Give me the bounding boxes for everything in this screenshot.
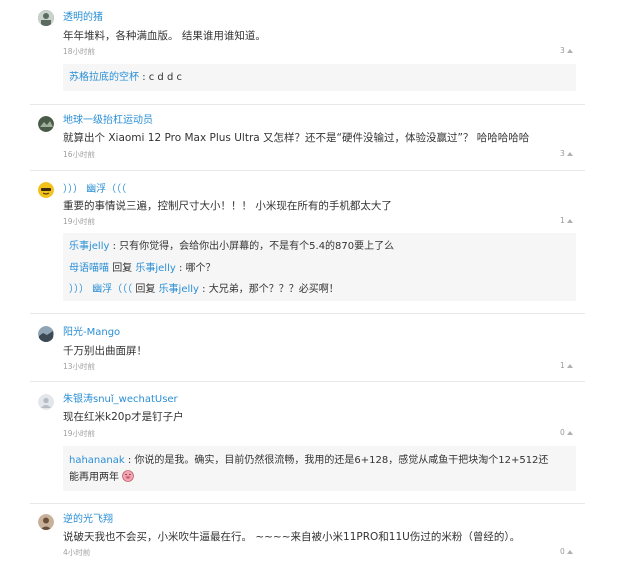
reply-text: 你说的是我。确实，目前仍然很流畅，我用的还是6+128，感觉从咸鱼干把块淘个12… [134, 455, 549, 466]
comment-time: 16小时前 [63, 150, 96, 159]
avatar[interactable] [38, 182, 54, 198]
like-count: 0 [560, 547, 565, 556]
like-button[interactable]: 0 [560, 428, 573, 438]
comment-username[interactable]: 逆的光飞翔 [63, 513, 113, 526]
reply-target-username[interactable]: 乐事jelly [159, 284, 199, 295]
like-count: 1 [560, 361, 565, 370]
comment-username[interactable]: 朱银涛snuǐ_wechatUser [63, 393, 178, 406]
reply-username[interactable]: 苏格拉底的空杯 [69, 72, 139, 83]
reply-separator: : [142, 72, 146, 83]
comment-text: 年年堆料，各种满血版。 结果谁用谁知道。 [63, 30, 266, 42]
reply-username[interactable]: hahananak [69, 455, 125, 466]
thumb-up-icon [566, 219, 573, 223]
reply-label: 回复 [112, 263, 133, 274]
reply-item: 苏格拉底的空杯 : c d d c [69, 71, 182, 84]
comment-text: 就算出个 Xiaomi 12 Pro Max Plus Ultra 又怎样？还不… [63, 132, 530, 144]
thumb-up-icon [566, 364, 573, 368]
comment-username[interactable]: 地球一级抬杠运动员 [63, 114, 153, 127]
reply-target-username[interactable]: 乐事jelly [135, 263, 175, 274]
like-count: 0 [560, 428, 565, 437]
comment-text: 重要的事情说三遍，控制尺寸大小！！！ 小米现在所有的手机都太大了 [63, 200, 392, 212]
like-count: 3 [560, 149, 565, 158]
reply-item: ））） 幽浮（（（ 回复 乐事jelly : 大兄弟，那个？？？必买啊！ [69, 283, 339, 296]
comment-username[interactable]: 透明的猪 [63, 11, 103, 24]
reply-separator: : [112, 241, 116, 252]
reply-label: 回复 [135, 284, 156, 295]
avatar[interactable] [38, 394, 54, 410]
like-count: 1 [560, 216, 565, 225]
comment-username[interactable]: ））） 幽浮（（（ [63, 183, 126, 196]
avatar[interactable] [38, 116, 54, 132]
like-button[interactable]: 3 [560, 46, 573, 56]
reply-item: hahananak : 你说的是我。确实，目前仍然很流畅，我用的还是6+128，… [69, 454, 548, 467]
comment-time: 13小时前 [63, 362, 96, 371]
comment-text: 现在红米k20p才是钉子户 [63, 411, 184, 423]
avatar[interactable] [38, 326, 54, 342]
reply-box: hahananak : 你说的是我。确实，目前仍然很流畅，我用的还是6+128，… [63, 446, 576, 491]
divider [30, 313, 585, 314]
reply-username[interactable]: 乐事jelly [69, 241, 109, 252]
comment-time: 19小时前 [63, 429, 96, 438]
like-count: 3 [560, 46, 565, 55]
thumb-up-icon [566, 49, 573, 53]
like-button[interactable]: 1 [560, 361, 573, 371]
reply-text: c d d c [148, 72, 182, 83]
reply-item: 乐事jelly : 只有你觉得，会给你出小屏幕的，不是有个5.4的870要上了么 [69, 240, 394, 253]
comment-text: 千万别出曲面屏！ [63, 345, 147, 357]
comment-time: 4小时前 [63, 548, 91, 557]
reply-username[interactable]: 母语喵喵 [69, 263, 109, 274]
divider [30, 503, 585, 504]
reply-text: 只有你觉得，会给你出小屏幕的，不是有个5.4的870要上了么 [119, 241, 395, 252]
reply-username[interactable]: ））） 幽浮（（（ [69, 284, 132, 295]
pig-emoji-icon [122, 470, 134, 486]
reply-separator: : [127, 455, 132, 466]
reply-box: 乐事jelly : 只有你觉得，会给你出小屏幕的，不是有个5.4的870要上了么… [63, 233, 576, 301]
reply-text: 大兄弟，那个？？？必买啊！ [208, 284, 339, 295]
reply-separator: : [178, 263, 183, 274]
comment-time: 18小时前 [63, 47, 96, 56]
divider [30, 104, 585, 105]
reply-text: 能再用两年 [69, 472, 119, 483]
comment-time: 19小时前 [63, 217, 96, 226]
reply-item-continued: 能再用两年 [69, 470, 134, 486]
avatar[interactable] [38, 514, 54, 530]
thumb-up-icon [566, 431, 573, 435]
avatar[interactable] [38, 10, 54, 26]
reply-item: 母语喵喵 回复 乐事jelly : 哪个？ [69, 262, 216, 275]
reply-separator: : [202, 284, 206, 295]
divider [30, 381, 585, 382]
like-button[interactable]: 0 [560, 547, 573, 557]
thumb-up-icon [566, 550, 573, 554]
thumb-up-icon [566, 152, 573, 156]
reply-box: 苏格拉底的空杯 : c d d c [63, 64, 576, 91]
divider [30, 170, 585, 171]
reply-text: 哪个？ [185, 263, 216, 274]
like-button[interactable]: 1 [560, 216, 573, 226]
like-button[interactable]: 3 [560, 149, 573, 159]
comment-username[interactable]: 阳光-Mango [63, 326, 120, 339]
comment-text: 说破天我也不会买，小米吹牛逼最在行。 ~~~~来自被小米11PRO和11U伤过的… [63, 531, 521, 543]
